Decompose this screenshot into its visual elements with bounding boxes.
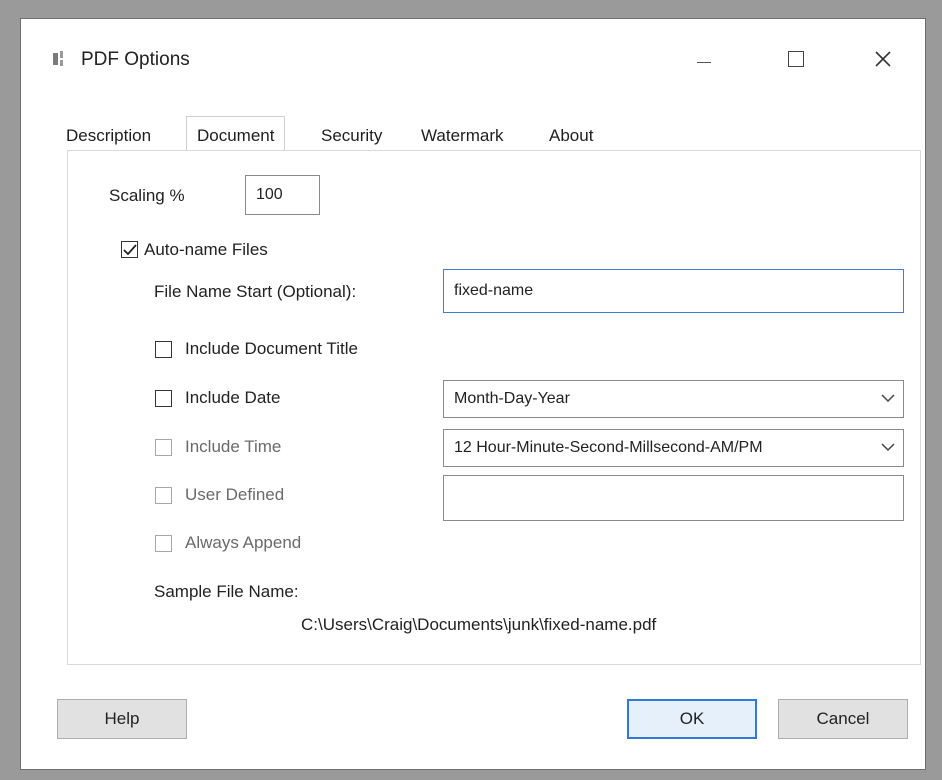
ok-button[interactable]: OK bbox=[627, 699, 757, 739]
title-bar: PDF Options bbox=[21, 19, 925, 89]
always-append-label: Always Append bbox=[185, 533, 302, 552]
sample-file-name-label: Sample File Name: bbox=[154, 582, 299, 601]
time-format-select[interactable]: 12 Hour-Minute-Second-Millsecond-AM/PM bbox=[443, 429, 904, 467]
maximize-icon bbox=[788, 51, 804, 67]
cancel-button[interactable]: Cancel bbox=[778, 699, 908, 739]
auto-name-label: Auto-name Files bbox=[144, 240, 268, 259]
date-format-select[interactable]: Month-Day-Year bbox=[443, 380, 904, 418]
tab-watermark[interactable]: Watermark bbox=[421, 126, 504, 146]
chevron-down-icon bbox=[881, 394, 895, 403]
scaling-input[interactable]: 100 bbox=[245, 175, 320, 215]
file-name-start-input[interactable]: fixed-name bbox=[443, 269, 904, 313]
include-time-label: Include Time bbox=[185, 437, 282, 456]
help-button[interactable]: Help bbox=[57, 699, 187, 739]
printer-icon bbox=[53, 51, 69, 67]
close-button[interactable] bbox=[863, 41, 903, 77]
include-date-checkbox[interactable] bbox=[155, 390, 172, 407]
tab-document[interactable]: Document bbox=[186, 116, 286, 150]
chevron-down-icon bbox=[881, 443, 895, 452]
maximize-button[interactable] bbox=[776, 41, 816, 77]
always-append-checkbox[interactable] bbox=[155, 535, 172, 552]
close-icon bbox=[875, 51, 891, 67]
minimize-button[interactable] bbox=[684, 41, 724, 77]
tab-security[interactable]: Security bbox=[321, 126, 382, 146]
user-defined-label: User Defined bbox=[185, 485, 285, 504]
include-title-checkbox[interactable] bbox=[155, 341, 172, 358]
user-defined-checkbox[interactable] bbox=[155, 487, 172, 504]
include-date-label: Include Date bbox=[185, 388, 281, 407]
tab-description[interactable]: Description bbox=[66, 126, 151, 146]
checkmark-icon bbox=[122, 243, 137, 255]
user-defined-input[interactable] bbox=[443, 475, 904, 521]
date-format-value: Month-Day-Year bbox=[454, 390, 570, 407]
scaling-label: Scaling % bbox=[109, 186, 185, 205]
minimize-icon bbox=[697, 61, 711, 63]
sample-file-name-value: C:\Users\Craig\Documents\junk\fixed-name… bbox=[301, 615, 657, 634]
include-title-label: Include Document Title bbox=[185, 339, 358, 358]
auto-name-checkbox[interactable] bbox=[121, 241, 138, 258]
pdf-options-dialog: PDF Options Description Document Securit… bbox=[20, 18, 926, 770]
tab-about[interactable]: About bbox=[549, 126, 593, 146]
file-name-start-label: File Name Start (Optional): bbox=[154, 282, 357, 301]
time-format-value: 12 Hour-Minute-Second-Millsecond-AM/PM bbox=[454, 439, 763, 456]
window-title: PDF Options bbox=[81, 49, 190, 70]
include-time-checkbox[interactable] bbox=[155, 439, 172, 456]
